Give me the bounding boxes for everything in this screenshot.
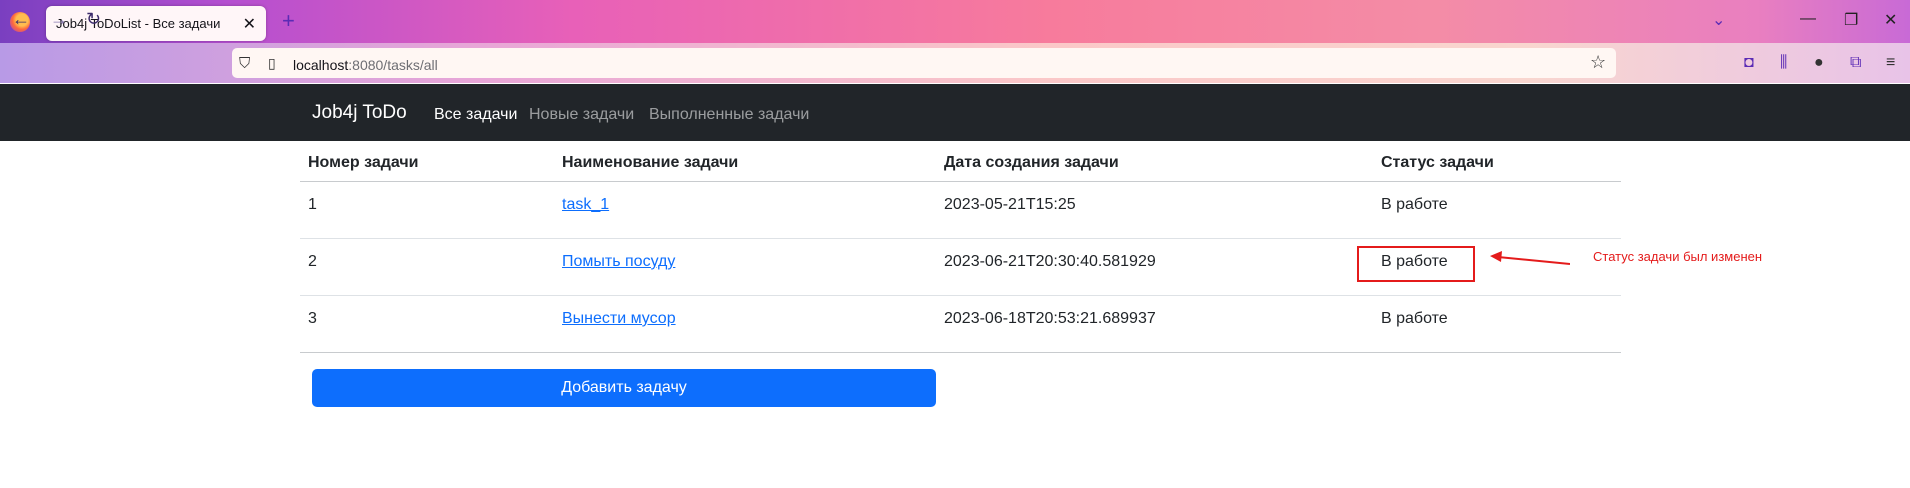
row-3-id: 3 (308, 310, 317, 327)
reload-icon[interactable]: ↻ (86, 9, 101, 30)
table-divider (300, 352, 1621, 353)
table-divider (300, 295, 1621, 296)
header-task-name: Наименование задачи (562, 154, 739, 171)
tab-close-icon[interactable]: ✕ (243, 14, 256, 34)
task-link[interactable]: Помыть посуду (562, 253, 675, 270)
extensions-icon[interactable]: ⧉ (1850, 54, 1861, 72)
annotation-arrow-icon (1490, 251, 1570, 265)
close-window-icon[interactable]: ✕ (1884, 10, 1897, 30)
restore-icon[interactable]: ❐ (1844, 10, 1858, 30)
row-3-created: 2023-06-18T20:53:21.689937 (944, 310, 1156, 327)
pocket-icon[interactable]: ◘ (1744, 54, 1754, 72)
app-navbar (0, 84, 1910, 141)
url-text[interactable]: localhost:8080/tasks/all (293, 57, 438, 73)
row-1-name: task_1 (562, 196, 609, 214)
bookmark-star-icon[interactable]: ☆ (1590, 52, 1606, 73)
row-3-name: Вынести мусор (562, 310, 676, 328)
address-bar[interactable] (232, 48, 1616, 78)
minimize-icon[interactable]: — (1800, 10, 1816, 28)
tracking-shield-icon[interactable]: ⛉ (239, 55, 250, 72)
list-tabs-chevron-icon[interactable]: ⌄ (1712, 10, 1725, 30)
row-1-id: 1 (308, 196, 317, 213)
add-task-button[interactable]: Добавить задачу (312, 369, 936, 407)
header-task-status: Статус задачи (1381, 154, 1494, 171)
row-1-created: 2023-05-21T15:25 (944, 196, 1076, 213)
tab-title: Job4j ToDoList - Все задачи (56, 16, 221, 31)
url-path: :8080/tasks/all (348, 57, 438, 73)
row-2-name: Помыть посуду (562, 253, 675, 271)
annotation-highlight-box (1357, 246, 1475, 282)
nav-done-tasks[interactable]: Выполненные задачи (649, 106, 809, 124)
nav-all-tasks[interactable]: Все задачи (434, 106, 517, 124)
row-1-status: В работе (1381, 196, 1448, 213)
new-tab-icon[interactable]: + (282, 8, 295, 34)
header-task-number: Номер задачи (308, 154, 419, 171)
row-2-created: 2023-06-21T20:30:40.581929 (944, 253, 1156, 270)
back-icon[interactable]: ← (12, 9, 30, 30)
row-2-id: 2 (308, 253, 317, 270)
brand-link[interactable]: Job4j ToDo (312, 102, 407, 124)
table-divider (300, 181, 1621, 182)
row-3-status: В работе (1381, 310, 1448, 327)
menu-hamburger-icon[interactable]: ≡ (1886, 54, 1895, 72)
page-info-icon[interactable]: ▯ (268, 55, 276, 72)
annotation-text: Статус задачи был изменен (1593, 249, 1763, 264)
nav-new-tasks[interactable]: Новые задачи (529, 106, 634, 124)
library-icon[interactable]: ⫼ (1780, 54, 1787, 72)
task-link[interactable]: task_1 (562, 196, 609, 213)
forward-icon[interactable]: → (50, 9, 68, 30)
header-task-created: Дата создания задачи (944, 154, 1119, 171)
extension-balls-icon[interactable]: ● (1814, 54, 1824, 72)
table-divider (300, 238, 1621, 239)
url-host: localhost (293, 57, 349, 73)
task-link[interactable]: Вынести мусор (562, 310, 676, 327)
browser-tab[interactable]: Job4j ToDoList - Все задачи ✕ (46, 6, 266, 41)
